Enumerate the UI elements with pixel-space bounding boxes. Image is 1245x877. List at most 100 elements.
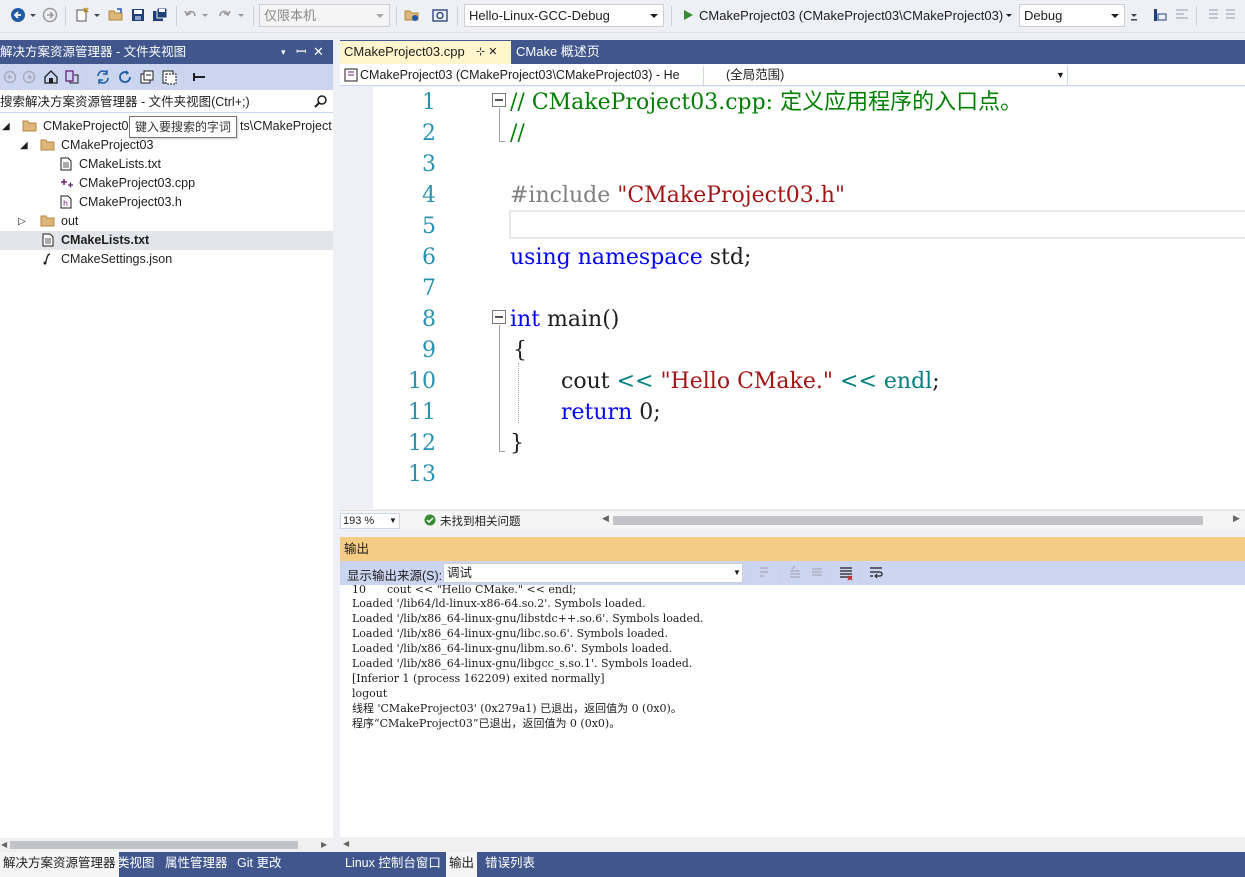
next-message-icon[interactable] <box>807 563 827 583</box>
tree-item-folder[interactable]: ◢ CMakeProject03 <box>0 136 333 155</box>
tab-pin-close-icons[interactable]: ⊹ ✕ <box>476 41 498 63</box>
expand-arrow-icon[interactable]: ◢ <box>2 117 10 136</box>
tab-solution-explorer[interactable]: 解决方案资源管理器 <box>0 852 119 877</box>
se-forward-icon[interactable] <box>19 67 39 87</box>
collapse-region-icon[interactable] <box>492 310 506 324</box>
pin-icon[interactable]: ꟷ <box>296 40 308 64</box>
code-editor[interactable]: 1 2 3 4 5 6 7 8 9 10 11 12 13 // CMakePr… <box>340 87 1245 509</box>
scroll-right-icon[interactable]: ▶ <box>321 840 327 849</box>
collapse-all-icon[interactable] <box>137 67 157 87</box>
configuration-combo[interactable]: Hello-Linux-GCC-Debug <box>464 4 664 27</box>
project-nav-combo[interactable]: CMakeProject03 (CMakeProject03\CMakeProj… <box>342 66 704 85</box>
undo-icon[interactable] <box>181 5 201 25</box>
scroll-left-icon[interactable]: ◀ <box>343 839 349 848</box>
expand-arrow-icon[interactable]: ◢ <box>20 136 28 155</box>
line-number: 4 <box>422 183 436 208</box>
output-title-bar: 输出 <box>340 537 1245 561</box>
editor-hscroll-thumb[interactable] <box>613 516 1203 525</box>
hscroll-right-icon[interactable]: ▶ <box>1233 513 1240 524</box>
refresh-icon[interactable] <box>115 67 135 87</box>
scroll-left-icon[interactable]: ◀ <box>1 840 7 849</box>
tree-item-file[interactable]: CMakeProject03.cpp <box>0 174 333 193</box>
tree-file-label: CMakeProject03.cpp <box>79 176 196 190</box>
tree-item-file[interactable]: CMakeLists.txt <box>0 155 333 174</box>
search-icon[interactable] <box>314 94 328 108</box>
find-message-icon[interactable] <box>755 563 775 583</box>
prev-message-icon[interactable] <box>785 563 805 583</box>
tree-item-file[interactable]: h CMakeProject03.h <box>0 193 333 212</box>
show-all-files-icon[interactable] <box>159 67 179 87</box>
output-line: Loaded '/lib64/ld-linux-x86-64.so.2'. Sy… <box>352 597 646 610</box>
tab-cmakeproject03-cpp[interactable]: CMakeProject03.cpp ⊹ ✕ <box>340 41 511 64</box>
startup-item-label[interactable]: CMakeProject03 (CMakeProject03\CMakeProj… <box>699 8 1003 23</box>
outdent-icon[interactable] <box>1222 5 1242 25</box>
tab-property-manager[interactable]: 属性管理器 <box>162 852 231 877</box>
tree-item-file[interactable]: CMakeSettings.json <box>0 250 333 269</box>
collapse-region-icon[interactable] <box>492 93 506 107</box>
clear-all-icon[interactable] <box>836 563 856 583</box>
tree-item-out-folder[interactable]: ▷ out <box>0 212 333 231</box>
dropdown-arrow-icon[interactable]: ▼ <box>733 564 741 582</box>
back-dropdown-icon[interactable] <box>28 5 38 25</box>
line-number: 3 <box>422 152 436 177</box>
startup-dropdown-icon[interactable] <box>1004 5 1014 25</box>
hscroll-left-icon[interactable]: ◀ <box>602 513 609 524</box>
solution-explorer-search-box[interactable]: 搜索解决方案资源管理器 - 文件夹视图(Ctrl+;) <box>0 91 333 113</box>
solution-config-icon[interactable] <box>1150 5 1170 25</box>
switch-views-icon[interactable] <box>62 67 82 87</box>
output-line: Loaded '/lib/x86_64-linux-gnu/libstdc++.… <box>352 612 704 625</box>
indent-guide <box>518 363 519 423</box>
tab-output[interactable]: 输出 <box>446 852 478 877</box>
forward-icon[interactable] <box>40 5 60 25</box>
output-source-combo[interactable]: 调试 ▼ <box>443 563 743 583</box>
word-wrap-icon[interactable] <box>866 563 886 583</box>
zoom-dropdown-icon[interactable]: ▼ <box>389 514 397 528</box>
properties-icon[interactable] <box>189 67 209 87</box>
remote-folder-icon[interactable] <box>402 5 422 25</box>
issues-status-text[interactable]: 未找到相关问题 <box>440 513 521 529</box>
line-number: 11 <box>408 400 436 425</box>
scroll-thumb[interactable] <box>10 841 298 849</box>
se-back-icon[interactable] <box>0 67 20 87</box>
scope-nav-combo[interactable]: (全局范围) ▼ <box>706 66 1068 85</box>
tab-error-list[interactable]: 错误列表 <box>482 852 538 877</box>
home-icon[interactable] <box>41 67 61 87</box>
editor-status-bar: 193 % ▼ 未找到相关问题 ◀ ▶ <box>340 510 1245 530</box>
undo-dropdown-icon[interactable] <box>200 5 210 25</box>
output-hscrollbar[interactable]: ◀ <box>340 837 1245 852</box>
dropdown-arrow-icon[interactable]: ▼ <box>1056 66 1065 84</box>
new-item-icon[interactable] <box>72 5 92 25</box>
close-panel-icon[interactable]: ✕ <box>313 40 325 64</box>
tab-linux-console[interactable]: Linux 控制台窗口 <box>342 852 444 877</box>
run-icon[interactable] <box>678 5 698 25</box>
redo-icon[interactable] <box>214 5 234 25</box>
comment-out-icon[interactable] <box>1172 5 1192 25</box>
save-icon[interactable] <box>128 5 148 25</box>
window-position-dropdown-icon[interactable]: ▾ <box>281 40 293 64</box>
platform-combo[interactable]: 仅限本机 <box>259 4 390 27</box>
open-folder-icon[interactable] <box>106 5 126 25</box>
new-item-dropdown-icon[interactable] <box>92 5 102 25</box>
redo-dropdown-icon[interactable] <box>236 5 246 25</box>
indent-icon[interactable] <box>1202 5 1222 25</box>
tab-cmake-overview[interactable]: CMake 概述页 <box>512 41 644 64</box>
tab-class-view[interactable]: 类视图 <box>114 852 158 877</box>
collapse-arrow-icon[interactable]: ▷ <box>18 212 26 231</box>
line-number: 8 <box>422 307 436 332</box>
sync-icon[interactable] <box>93 67 113 87</box>
solution-explorer-hscrollbar[interactable]: ◀ ▶ <box>0 838 333 852</box>
line-number: 12 <box>408 431 436 456</box>
toolbar-overflow-icon[interactable] <box>1128 5 1140 25</box>
text-file-icon <box>60 157 74 171</box>
tree-item-selected-file[interactable]: CMakeLists.txt <box>0 231 333 250</box>
tab-git-changes[interactable]: Git 更改 <box>234 852 284 877</box>
screenshot-icon[interactable] <box>430 5 450 25</box>
save-all-icon[interactable] <box>150 5 170 25</box>
back-icon[interactable] <box>8 5 28 25</box>
output-text-area[interactable]: 10 cout << "Hello CMake." << endl; Loade… <box>340 585 1245 837</box>
output-line: 线程 'CMakeProject03' (0x279a1) 已退出，返回值为 0… <box>352 702 682 715</box>
build-config-combo[interactable]: Debug <box>1019 4 1125 27</box>
tree-folder-label: CMakeProject03 <box>61 138 154 152</box>
zoom-combo[interactable]: 193 % ▼ <box>340 513 400 529</box>
fold-guide-end <box>499 451 505 452</box>
